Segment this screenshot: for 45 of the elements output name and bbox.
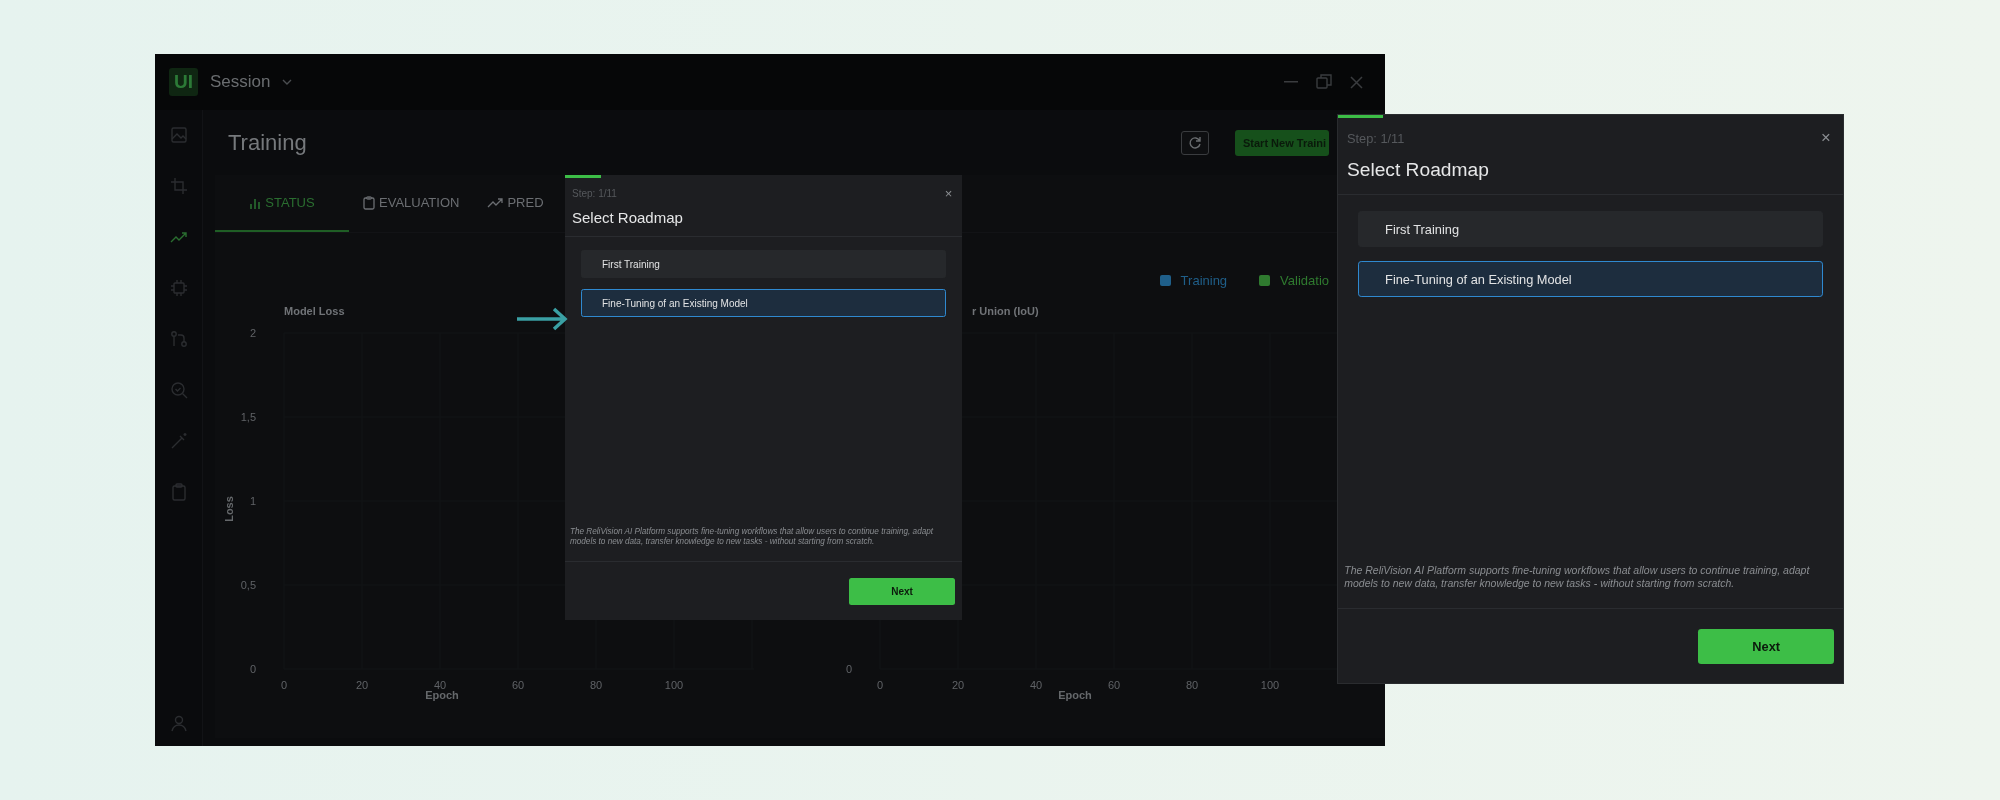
next-button[interactable]: Next xyxy=(1698,629,1835,664)
roadmap-option[interactable]: Fine-Tuning of an Existing Model xyxy=(581,289,946,318)
x-tick-label: 100 xyxy=(664,679,684,691)
y-tick-label: 0 xyxy=(845,663,852,675)
chart-title: Model Loss xyxy=(284,305,345,317)
legend-label: Validatio xyxy=(1280,272,1329,288)
roadmap-option[interactable]: First Training xyxy=(581,250,946,279)
description-text: The ReliVision AI Platform supports fine-tuning workflows that allow users to continue training, adapt models to new data, transfer knowledge to new tasks - without starting from scratch. xyxy=(568,526,935,548)
chart-title: r Union (IoU) xyxy=(972,305,1039,317)
x-tick-label: 0 xyxy=(876,679,884,691)
session-title[interactable]: Session xyxy=(210,72,271,92)
x-tick-label: 20 xyxy=(951,679,965,691)
x-tick-label: 40 xyxy=(1029,679,1043,691)
y-tick-label: 1 xyxy=(249,495,256,507)
dialog-title: Select Roadmap xyxy=(1346,158,1490,181)
step-counter: Step: 1/11 xyxy=(1346,130,1405,146)
x-tick-label: 100 xyxy=(1260,679,1280,691)
x-tick-label: 80 xyxy=(589,679,603,691)
x-tick-label: 40 xyxy=(433,679,447,691)
x-axis-label: Epoch xyxy=(1058,689,1092,701)
tab[interactable]: PRED xyxy=(473,175,558,232)
x-tick-label: 60 xyxy=(511,679,525,691)
y-tick-label: 1,5 xyxy=(240,411,256,423)
description-text: The ReliVision AI Platform supports fine-tuning workflows that allow users to continue training, adapt models to new data, transfer knowledge to new tasks - without starting from scratch. xyxy=(1343,563,1811,591)
x-tick-label: 60 xyxy=(1107,679,1121,691)
x-tick-label: 0 xyxy=(280,679,288,691)
roadmap-option[interactable]: First Training xyxy=(1358,211,1823,248)
app-logo: UI xyxy=(169,68,198,96)
roadmap-option[interactable]: Fine-Tuning of an Existing Model xyxy=(1358,261,1823,297)
y-tick-label: 0,5 xyxy=(240,579,256,591)
step-counter: Step: 1/11 xyxy=(572,187,617,199)
tab[interactable]: STATUS xyxy=(215,175,349,232)
dialog-title: Select Roadmap xyxy=(572,209,684,227)
x-axis-label: Epoch xyxy=(425,689,459,701)
y-axis-label: Loss xyxy=(223,496,235,522)
tab[interactable]: EVALUATION xyxy=(349,175,474,232)
x-tick-label: 20 xyxy=(355,679,369,691)
close-button[interactable]: × xyxy=(942,186,955,200)
next-button[interactable]: Next xyxy=(849,578,955,605)
legend-label: Training xyxy=(1180,272,1228,288)
page-title: Training xyxy=(228,129,307,156)
y-tick-label: 2 xyxy=(249,327,256,339)
y-tick-label: 0 xyxy=(249,663,256,675)
close-button[interactable]: × xyxy=(1817,129,1835,147)
x-tick-label: 80 xyxy=(1185,679,1199,691)
